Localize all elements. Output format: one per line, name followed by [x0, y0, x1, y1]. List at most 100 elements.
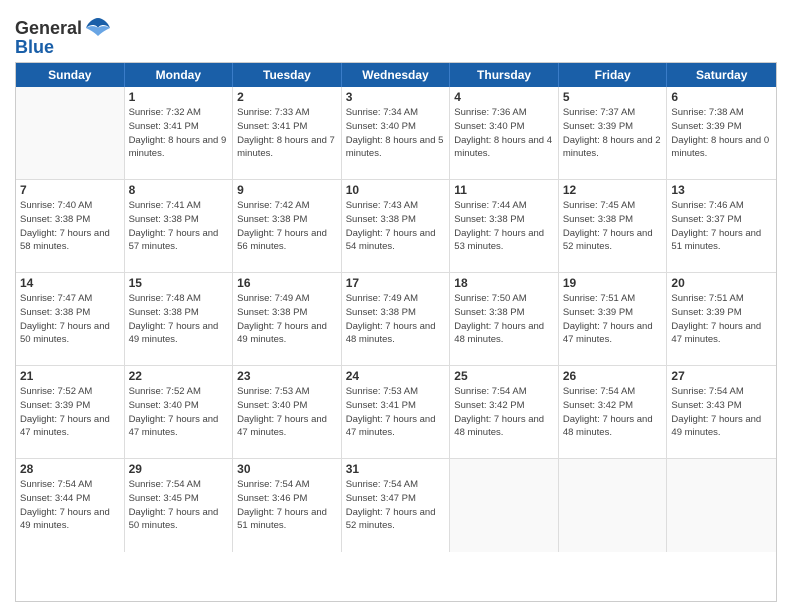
day-number: 16 [237, 276, 337, 290]
calendar-cell: 22 Sunrise: 7:52 AM Sunset: 3:40 PM Dayli… [125, 366, 234, 458]
calendar-week-1: 1Sunrise: 7:32 AM Sunset: 3:41 PM Daylig… [16, 87, 776, 180]
day-info: Sunrise: 7:54 AM Sunset: 3:45 PM Dayligh… [129, 478, 229, 533]
calendar-cell: 8 Sunrise: 7:41 AM Sunset: 3:38 PM Daylig… [125, 180, 234, 272]
day-info: Sunrise: 7:49 AM Sunset: 3:38 PM Dayligh… [237, 292, 337, 347]
calendar-cell: 31 Sunrise: 7:54 AM Sunset: 3:47 PM Dayli… [342, 459, 451, 552]
calendar-cell: 5 Sunrise: 7:37 AM Sunset: 3:39 PM Daylig… [559, 87, 668, 179]
calendar-header-row: SundayMondayTuesdayWednesdayThursdayFrid… [16, 63, 776, 87]
calendar-cell: 14 Sunrise: 7:47 AM Sunset: 3:38 PM Dayli… [16, 273, 125, 365]
day-info: Sunrise: 7:37 AM Sunset: 3:39 PM Dayligh… [563, 106, 663, 161]
day-number: 14 [20, 276, 120, 290]
day-info: Sunrise: 7:54 AM Sunset: 3:46 PM Dayligh… [237, 478, 337, 533]
weekday-header-wednesday: Wednesday [342, 63, 451, 87]
day-info: Sunrise: 7:52 AM Sunset: 3:39 PM Dayligh… [20, 385, 120, 440]
day-number: 15 [129, 276, 229, 290]
calendar-cell: 1Sunrise: 7:32 AM Sunset: 3:41 PM Daylig… [125, 87, 234, 179]
day-info: Sunrise: 7:52 AM Sunset: 3:40 PM Dayligh… [129, 385, 229, 440]
calendar-week-3: 14 Sunrise: 7:47 AM Sunset: 3:38 PM Dayli… [16, 273, 776, 366]
day-number: 17 [346, 276, 446, 290]
day-number: 12 [563, 183, 663, 197]
day-number: 30 [237, 462, 337, 476]
calendar-cell: 20Sunrise: 7:51 AM Sunset: 3:39 PM Dayli… [667, 273, 776, 365]
day-number: 18 [454, 276, 554, 290]
day-info: Sunrise: 7:41 AM Sunset: 3:38 PM Dayligh… [129, 199, 229, 254]
day-info: Sunrise: 7:34 AM Sunset: 3:40 PM Dayligh… [346, 106, 446, 161]
calendar-cell: 29 Sunrise: 7:54 AM Sunset: 3:45 PM Dayli… [125, 459, 234, 552]
calendar-cell: 15 Sunrise: 7:48 AM Sunset: 3:38 PM Dayli… [125, 273, 234, 365]
calendar-cell: 4Sunrise: 7:36 AM Sunset: 3:40 PM Daylig… [450, 87, 559, 179]
day-number: 23 [237, 369, 337, 383]
calendar-cell: 21Sunrise: 7:52 AM Sunset: 3:39 PM Dayli… [16, 366, 125, 458]
calendar-week-2: 7Sunrise: 7:40 AM Sunset: 3:38 PM Daylig… [16, 180, 776, 273]
day-number: 19 [563, 276, 663, 290]
calendar-week-4: 21Sunrise: 7:52 AM Sunset: 3:39 PM Dayli… [16, 366, 776, 459]
day-info: Sunrise: 7:53 AM Sunset: 3:40 PM Dayligh… [237, 385, 337, 440]
calendar-cell: 10Sunrise: 7:43 AM Sunset: 3:38 PM Dayli… [342, 180, 451, 272]
day-number: 11 [454, 183, 554, 197]
day-number: 5 [563, 90, 663, 104]
day-info: Sunrise: 7:51 AM Sunset: 3:39 PM Dayligh… [563, 292, 663, 347]
calendar-cell: 6Sunrise: 7:38 AM Sunset: 3:39 PM Daylig… [667, 87, 776, 179]
day-number: 31 [346, 462, 446, 476]
calendar-cell [450, 459, 559, 552]
weekday-header-sunday: Sunday [16, 63, 125, 87]
day-info: Sunrise: 7:43 AM Sunset: 3:38 PM Dayligh… [346, 199, 446, 254]
day-info: Sunrise: 7:48 AM Sunset: 3:38 PM Dayligh… [129, 292, 229, 347]
calendar-cell: 12 Sunrise: 7:45 AM Sunset: 3:38 PM Dayli… [559, 180, 668, 272]
day-info: Sunrise: 7:50 AM Sunset: 3:38 PM Dayligh… [454, 292, 554, 347]
calendar-cell: 2 Sunrise: 7:33 AM Sunset: 3:41 PM Daylig… [233, 87, 342, 179]
day-number: 3 [346, 90, 446, 104]
weekday-header-tuesday: Tuesday [233, 63, 342, 87]
calendar-cell [559, 459, 668, 552]
day-number: 27 [671, 369, 772, 383]
calendar-cell: 3 Sunrise: 7:34 AM Sunset: 3:40 PM Daylig… [342, 87, 451, 179]
day-info: Sunrise: 7:54 AM Sunset: 3:43 PM Dayligh… [671, 385, 772, 440]
day-number: 22 [129, 369, 229, 383]
day-info: Sunrise: 7:40 AM Sunset: 3:38 PM Dayligh… [20, 199, 120, 254]
logo: General Blue [15, 14, 112, 56]
logo-bird-icon [84, 14, 112, 42]
weekday-header-saturday: Saturday [667, 63, 776, 87]
day-info: Sunrise: 7:54 AM Sunset: 3:47 PM Dayligh… [346, 478, 446, 533]
calendar-cell: 13Sunrise: 7:46 AM Sunset: 3:37 PM Dayli… [667, 180, 776, 272]
day-number: 29 [129, 462, 229, 476]
weekday-header-monday: Monday [125, 63, 234, 87]
calendar-week-5: 28Sunrise: 7:54 AM Sunset: 3:44 PM Dayli… [16, 459, 776, 552]
calendar-body: 1Sunrise: 7:32 AM Sunset: 3:41 PM Daylig… [16, 87, 776, 552]
day-number: 26 [563, 369, 663, 383]
calendar-cell: 30 Sunrise: 7:54 AM Sunset: 3:46 PM Dayli… [233, 459, 342, 552]
header: General Blue [15, 10, 777, 56]
calendar-cell: 18 Sunrise: 7:50 AM Sunset: 3:38 PM Dayli… [450, 273, 559, 365]
day-number: 24 [346, 369, 446, 383]
day-info: Sunrise: 7:42 AM Sunset: 3:38 PM Dayligh… [237, 199, 337, 254]
day-number: 8 [129, 183, 229, 197]
calendar-cell: 16 Sunrise: 7:49 AM Sunset: 3:38 PM Dayli… [233, 273, 342, 365]
calendar-cell: 17Sunrise: 7:49 AM Sunset: 3:38 PM Dayli… [342, 273, 451, 365]
day-info: Sunrise: 7:33 AM Sunset: 3:41 PM Dayligh… [237, 106, 337, 161]
day-number: 9 [237, 183, 337, 197]
logo-general: General [15, 19, 82, 37]
day-info: Sunrise: 7:53 AM Sunset: 3:41 PM Dayligh… [346, 385, 446, 440]
weekday-header-thursday: Thursday [450, 63, 559, 87]
calendar-cell: 26 Sunrise: 7:54 AM Sunset: 3:42 PM Dayli… [559, 366, 668, 458]
calendar-cell: 27 Sunrise: 7:54 AM Sunset: 3:43 PM Dayli… [667, 366, 776, 458]
day-number: 2 [237, 90, 337, 104]
day-number: 4 [454, 90, 554, 104]
calendar-cell: 11Sunrise: 7:44 AM Sunset: 3:38 PM Dayli… [450, 180, 559, 272]
day-number: 25 [454, 369, 554, 383]
day-number: 13 [671, 183, 772, 197]
calendar-cell: 7Sunrise: 7:40 AM Sunset: 3:38 PM Daylig… [16, 180, 125, 272]
day-number: 1 [129, 90, 229, 104]
calendar-page: General Blue SundayMondayTuesdayWednesda… [0, 0, 792, 612]
day-info: Sunrise: 7:54 AM Sunset: 3:42 PM Dayligh… [563, 385, 663, 440]
day-info: Sunrise: 7:45 AM Sunset: 3:38 PM Dayligh… [563, 199, 663, 254]
calendar-cell: 24 Sunrise: 7:53 AM Sunset: 3:41 PM Dayli… [342, 366, 451, 458]
day-number: 20 [671, 276, 772, 290]
day-info: Sunrise: 7:47 AM Sunset: 3:38 PM Dayligh… [20, 292, 120, 347]
day-info: Sunrise: 7:38 AM Sunset: 3:39 PM Dayligh… [671, 106, 772, 161]
calendar-grid: SundayMondayTuesdayWednesdayThursdayFrid… [15, 62, 777, 602]
calendar-cell: 23 Sunrise: 7:53 AM Sunset: 3:40 PM Dayli… [233, 366, 342, 458]
calendar-cell: 25Sunrise: 7:54 AM Sunset: 3:42 PM Dayli… [450, 366, 559, 458]
calendar-cell [16, 87, 125, 179]
calendar-cell: 9 Sunrise: 7:42 AM Sunset: 3:38 PM Daylig… [233, 180, 342, 272]
